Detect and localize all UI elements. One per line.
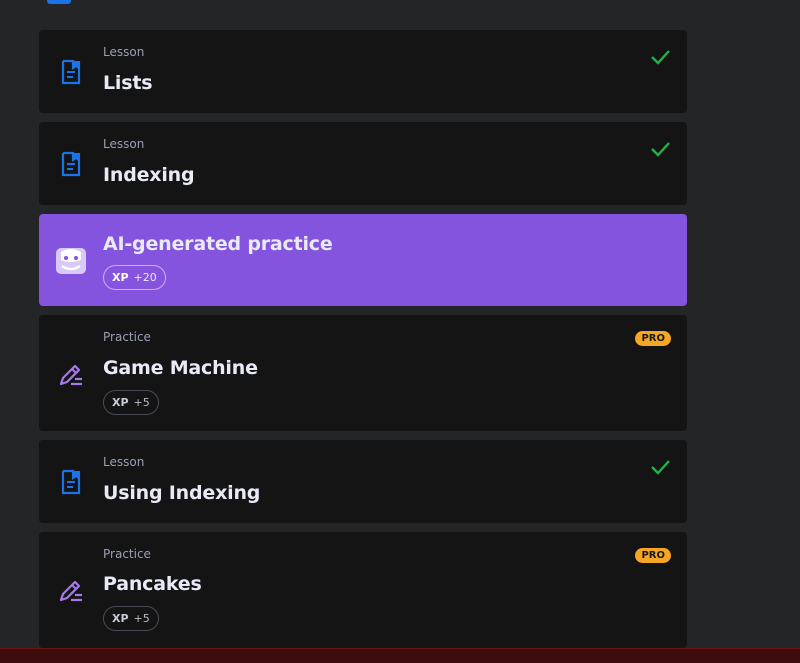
card-type-label: Lesson: [103, 45, 145, 59]
practice-card-pancakes[interactable]: Practice Pancakes PRO XP +5: [39, 532, 687, 648]
card-type-label: Lesson: [103, 455, 145, 469]
pencil-icon: [59, 364, 82, 386]
completed-check-icon: [651, 50, 670, 65]
bottom-bar: [0, 648, 800, 663]
card-title: AI-generated practice: [103, 233, 333, 255]
lesson-card-indexing[interactable]: Lesson Indexing: [39, 122, 687, 205]
xp-badge: XP +5: [103, 606, 159, 631]
xp-value: +5: [133, 612, 150, 625]
xp-label: XP: [112, 612, 129, 625]
pro-badge: PRO: [635, 331, 671, 346]
xp-value: +5: [133, 396, 150, 409]
document-icon: [61, 469, 81, 495]
pro-badge: PRO: [635, 548, 671, 563]
card-title: Lists: [103, 72, 153, 94]
xp-label: XP: [112, 271, 129, 284]
xp-value: +20: [133, 271, 157, 284]
completed-check-icon: [651, 460, 670, 475]
card-type-label: Practice: [103, 330, 151, 344]
card-title: Using Indexing: [103, 482, 261, 504]
card-type-label: Practice: [103, 547, 151, 561]
lesson-card-using-indexing[interactable]: Lesson Using Indexing: [39, 440, 687, 523]
ai-practice-card[interactable]: AI-generated practice XP +20: [39, 214, 687, 306]
card-title: Pancakes: [103, 573, 202, 595]
card-title: Indexing: [103, 164, 195, 186]
lesson-card-lists[interactable]: Lesson Lists: [39, 30, 687, 113]
card-type-label: Lesson: [103, 137, 145, 151]
section-icon: [47, 0, 71, 4]
xp-badge: XP +20: [103, 265, 166, 290]
xp-badge: XP +5: [103, 390, 159, 415]
xp-label: XP: [112, 396, 129, 409]
card-title: Game Machine: [103, 357, 258, 379]
course-page: Lesson Lists Lesson Indexing AI-generate…: [0, 0, 800, 663]
document-icon: [61, 59, 81, 85]
completed-check-icon: [651, 142, 670, 157]
ai-robot-icon: [56, 248, 86, 274]
practice-card-game-machine[interactable]: Practice Game Machine PRO XP +5: [39, 315, 687, 431]
document-icon: [61, 151, 81, 177]
pencil-icon: [59, 580, 82, 602]
